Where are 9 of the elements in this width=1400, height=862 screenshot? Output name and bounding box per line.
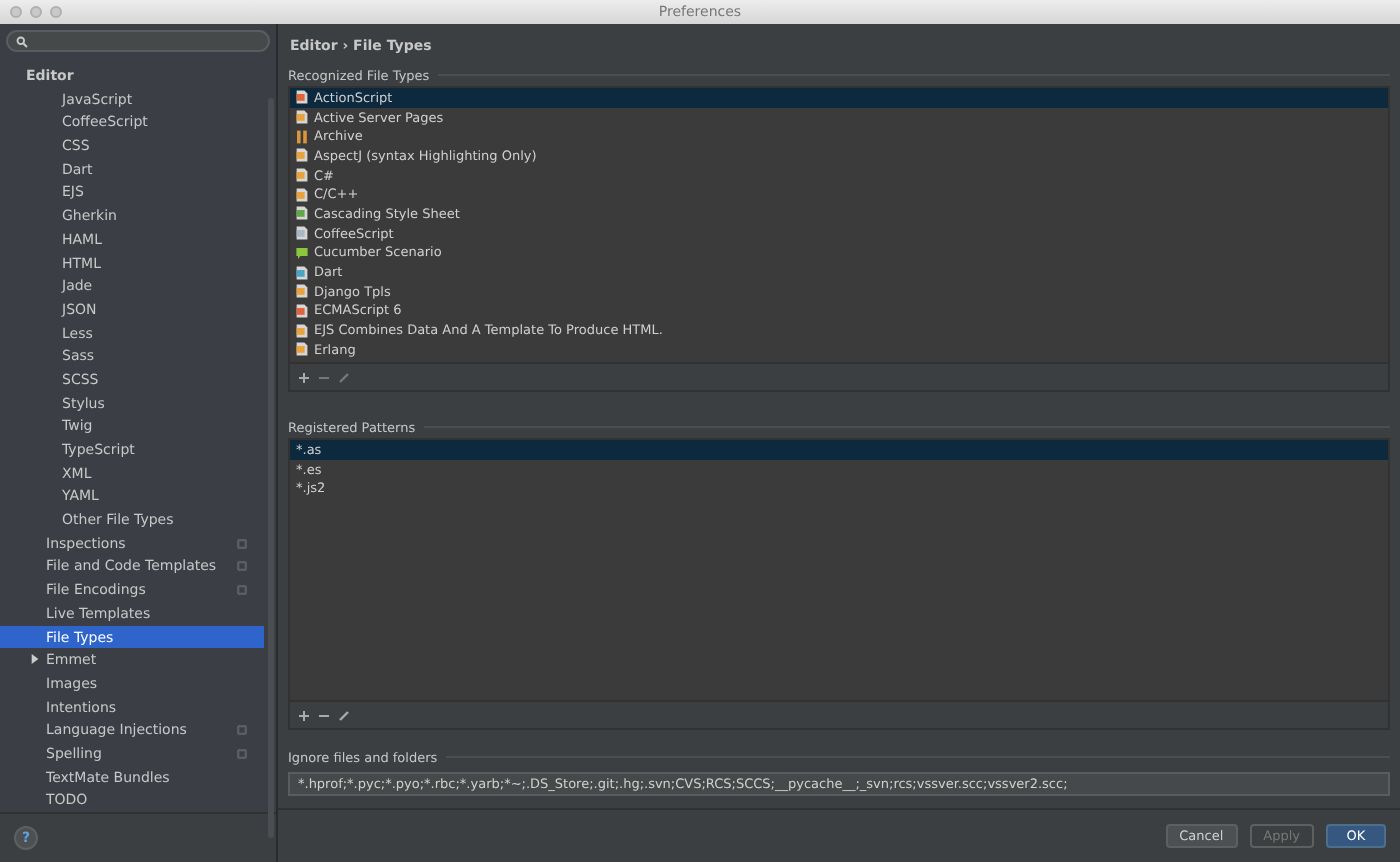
expand-arrow-icon[interactable] <box>30 654 40 665</box>
add-icon[interactable] <box>298 709 310 721</box>
pencil-icon[interactable] <box>338 709 350 721</box>
remove-icon[interactable] <box>318 709 330 721</box>
pencil-icon[interactable] <box>338 371 350 383</box>
search-field[interactable] <box>6 30 270 53</box>
search-icon <box>16 35 28 48</box>
remove-icon[interactable] <box>318 371 330 383</box>
add-icon[interactable] <box>298 371 310 383</box>
